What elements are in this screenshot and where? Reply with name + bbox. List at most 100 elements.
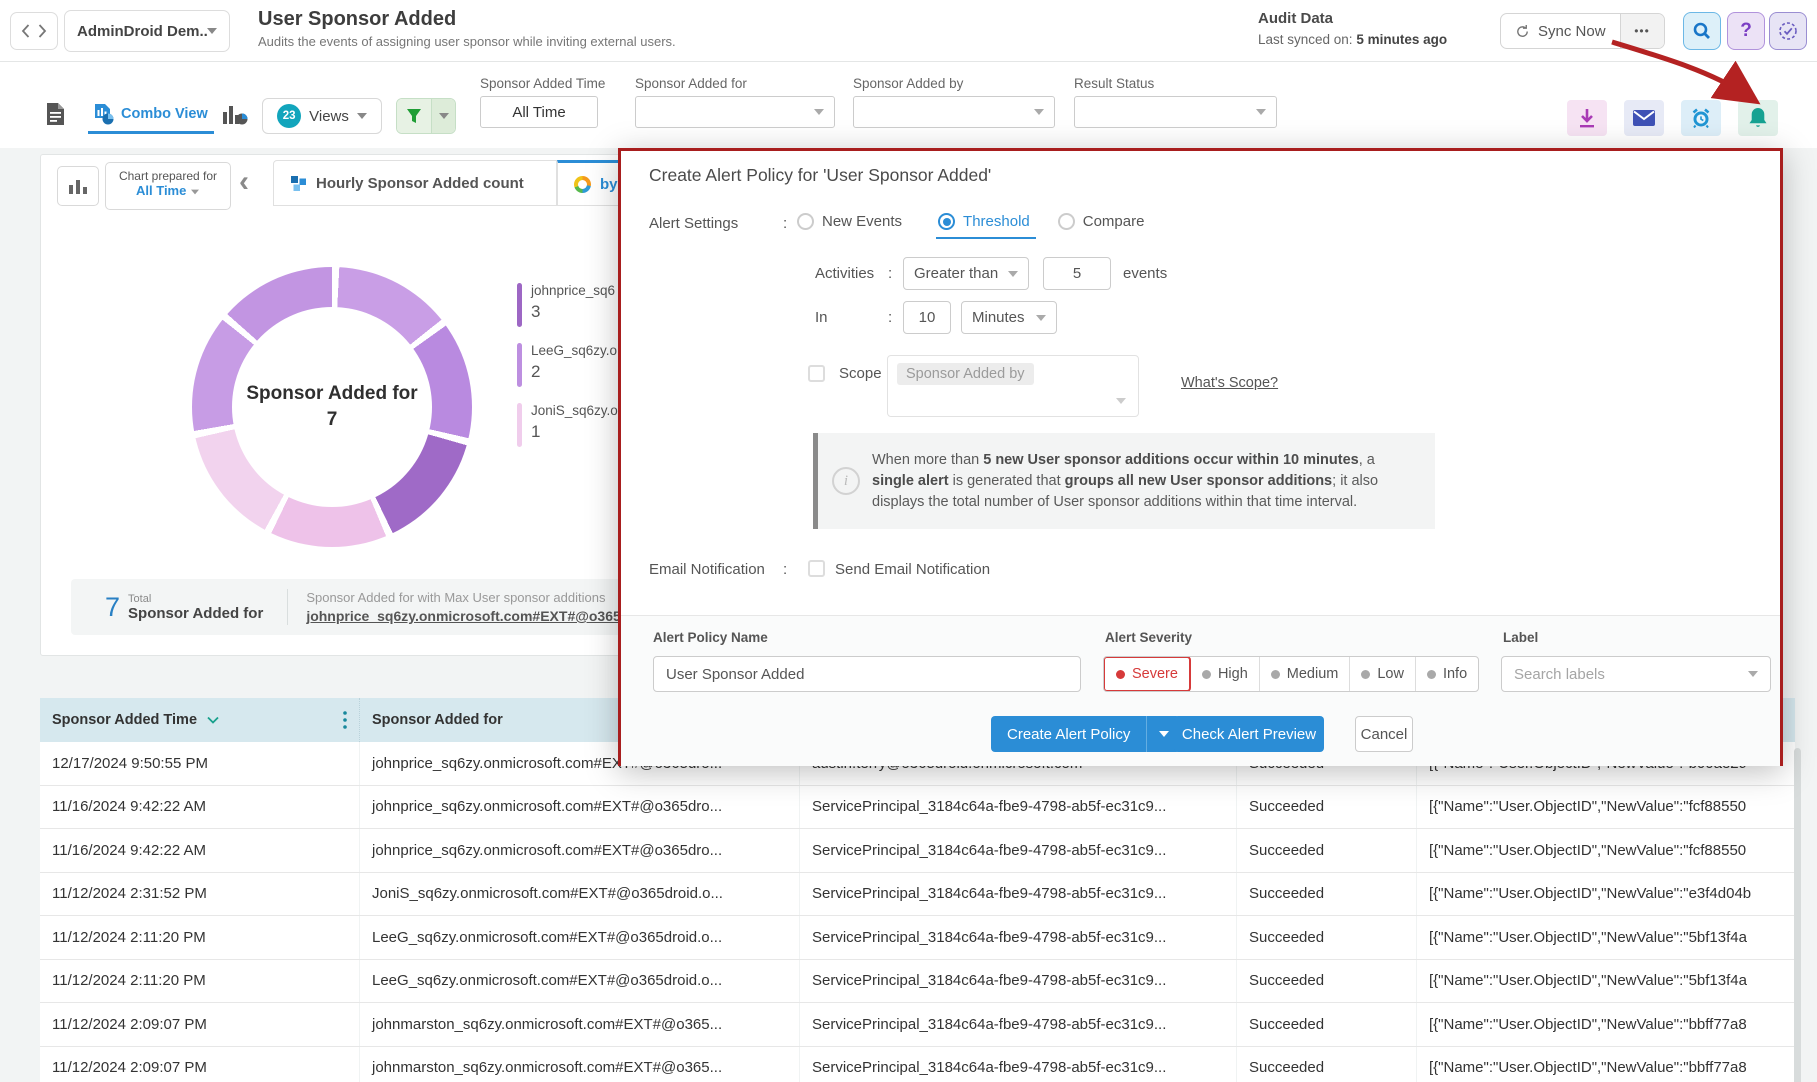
check-alert-preview-button[interactable]: Check Alert Preview	[1174, 716, 1324, 752]
chart-period-selector[interactable]: Chart prepared for All Time	[105, 162, 231, 210]
cell-sponsor-added-time: 11/12/2024 2:11:20 PM	[40, 916, 360, 959]
email-report-button[interactable]	[1624, 100, 1664, 136]
modal-footer: Alert Policy Name Alert Severity Severe …	[621, 615, 1780, 766]
severity-option[interactable]: Severe	[1103, 656, 1191, 692]
cancel-button[interactable]: Cancel	[1355, 716, 1413, 752]
views-count-badge: 23	[277, 104, 301, 128]
radio-option[interactable]: Compare	[1058, 213, 1153, 230]
chart-view-button[interactable]	[222, 102, 248, 126]
cell-sponsor-added-time: 11/16/2024 9:42:22 AM	[40, 829, 360, 872]
policy-name-input[interactable]	[653, 656, 1081, 692]
severity-dot-icon	[1116, 670, 1125, 679]
nav-history-buttons[interactable]	[10, 12, 58, 50]
sync-more-button[interactable]: •••	[1620, 14, 1664, 48]
table-row[interactable]: 11/16/2024 9:42:22 AM johnprice_sq6zy.on…	[40, 829, 1795, 873]
filter-label: Sponsor Added by	[853, 76, 1055, 91]
legend-item[interactable]: LeeG_sq6zy.o 2	[517, 343, 618, 387]
filter-value-dropdown[interactable]	[1074, 96, 1277, 128]
scheduler-button[interactable]	[1769, 12, 1807, 50]
cell-result-status: Succeeded	[1237, 916, 1417, 959]
label-search-select[interactable]: Search labels	[1501, 656, 1771, 692]
radio-option[interactable]: Threshold	[938, 213, 1030, 230]
cell-sponsor-added-for: johnmarston_sq6zy.onmicrosoft.com#EXT#@o…	[360, 1003, 800, 1046]
filter-button[interactable]	[397, 99, 431, 133]
report-view-button[interactable]	[46, 102, 65, 126]
schedule-report-button[interactable]	[1681, 100, 1721, 136]
severity-option[interactable]: Info	[1416, 657, 1478, 691]
filter-value-dropdown[interactable]: All Time	[480, 96, 598, 128]
alert-policy-button[interactable]	[1738, 100, 1778, 136]
chart-period-value: All Time	[106, 183, 230, 198]
severity-option[interactable]: High	[1191, 657, 1260, 691]
cell-result-status: Succeeded	[1237, 786, 1417, 829]
activities-count-input[interactable]	[1043, 257, 1111, 290]
cell-sponsor-added-time: 11/16/2024 9:42:22 AM	[40, 786, 360, 829]
severity-option[interactable]: Medium	[1260, 657, 1351, 691]
legend-label: JoniS_sq6zy.o	[531, 403, 618, 418]
chevron-left-icon[interactable]	[21, 24, 30, 38]
search-button[interactable]	[1683, 12, 1721, 50]
legend-item[interactable]: JoniS_sq6zy.o 1	[517, 403, 618, 447]
table-row[interactable]: 11/12/2024 2:09:07 PM johnmarston_sq6zy.…	[40, 1003, 1795, 1047]
filter-dropdown-button[interactable]	[431, 99, 455, 133]
send-email-checkbox[interactable]	[808, 560, 825, 577]
table-row[interactable]: 11/12/2024 2:09:07 PM johnmarston_sq6zy.…	[40, 1047, 1795, 1082]
activities-operator-select[interactable]: Greater than	[903, 257, 1029, 290]
cell-sponsor-added-by: ServicePrincipal_3184c64a-fbe9-4798-ab5f…	[800, 960, 1237, 1003]
radio-option[interactable]: New Events	[797, 213, 910, 230]
severity-option-label: Low	[1377, 666, 1404, 682]
scope-checkbox[interactable]	[808, 365, 825, 382]
cell-sponsor-added-for: LeeG_sq6zy.onmicrosoft.com#EXT#@o365droi…	[360, 916, 800, 959]
sync-now-group: Sync Now •••	[1500, 13, 1665, 49]
in-unit-select[interactable]: Minutes	[961, 301, 1057, 334]
legend-item[interactable]: johnprice_sq6 3	[517, 283, 618, 327]
chevron-right-icon[interactable]	[38, 24, 47, 38]
table-row[interactable]: 11/12/2024 2:31:52 PM JoniS_sq6zy.onmicr…	[40, 873, 1795, 917]
audit-data-label: Audit Data	[1258, 10, 1333, 27]
tab-hourly-sponsor-count[interactable]: Hourly Sponsor Added count	[273, 160, 557, 206]
cell-result-status: Succeeded	[1237, 829, 1417, 872]
page-title: User Sponsor Added	[258, 8, 456, 31]
help-button[interactable]: ?	[1727, 12, 1765, 50]
column-menu-icon[interactable]	[343, 711, 347, 729]
cell-sponsor-added-for: JoniS_sq6zy.onmicrosoft.com#EXT#@o365dro…	[360, 873, 800, 916]
chart-tabs-prev-button[interactable]: ‹	[239, 165, 249, 199]
chevron-down-icon	[207, 28, 217, 34]
table-row[interactable]: 11/12/2024 2:11:20 PM LeeG_sq6zy.onmicro…	[40, 960, 1795, 1004]
scope-placeholder-chip: Sponsor Added by	[897, 363, 1034, 385]
whats-scope-link[interactable]: What's Scope?	[1181, 375, 1278, 391]
severity-label: Alert Severity	[1105, 630, 1192, 645]
column-header-sponsor-added-time[interactable]: Sponsor Added Time	[40, 698, 360, 742]
filter-value-dropdown[interactable]	[853, 96, 1055, 128]
divider	[287, 589, 288, 625]
legend-value: 1	[531, 422, 618, 442]
severity-dot-icon	[1271, 670, 1280, 679]
cell-sponsor-added-time: 11/12/2024 2:09:07 PM	[40, 1003, 360, 1046]
bar-chart-icon	[68, 177, 88, 195]
cell-sponsor-added-for: johnprice_sq6zy.onmicrosoft.com#EXT#@o36…	[360, 829, 800, 872]
table-row[interactable]: 11/16/2024 9:42:22 AM johnprice_sq6zy.on…	[40, 786, 1795, 830]
chart-type-button[interactable]	[57, 166, 99, 206]
workspace-name: AdminDroid Dem...	[77, 23, 207, 40]
table-row[interactable]: 11/12/2024 2:11:20 PM LeeG_sq6zy.onmicro…	[40, 916, 1795, 960]
views-dropdown-button[interactable]: 23 Views	[262, 98, 382, 134]
cell-result-status: Succeeded	[1237, 873, 1417, 916]
in-value-input[interactable]	[903, 301, 951, 334]
chevron-down-icon	[1256, 109, 1266, 115]
filter-value-dropdown[interactable]	[635, 96, 835, 128]
scope-select[interactable]: Sponsor Added by	[887, 355, 1139, 417]
chevron-down-icon	[1008, 271, 1018, 277]
sync-now-button[interactable]: Sync Now	[1501, 14, 1620, 48]
severity-option-label: High	[1218, 666, 1248, 682]
workspace-selector[interactable]: AdminDroid Dem...	[64, 10, 230, 52]
total-label: Total	[128, 593, 263, 605]
colon: :	[783, 215, 787, 232]
export-download-button[interactable]	[1567, 100, 1607, 136]
severity-option[interactable]: Low	[1350, 657, 1416, 691]
create-alert-policy-button[interactable]: Create Alert Policy	[991, 716, 1146, 752]
sort-desc-icon[interactable]	[207, 716, 219, 724]
tab-combo-view[interactable]: Combo View	[88, 96, 214, 134]
cell-sponsor-added-time: 12/17/2024 9:50:55 PM	[40, 742, 360, 785]
last-synced-value: 5 minutes ago	[1356, 32, 1447, 47]
vertical-scrollbar[interactable]	[1794, 748, 1801, 1082]
